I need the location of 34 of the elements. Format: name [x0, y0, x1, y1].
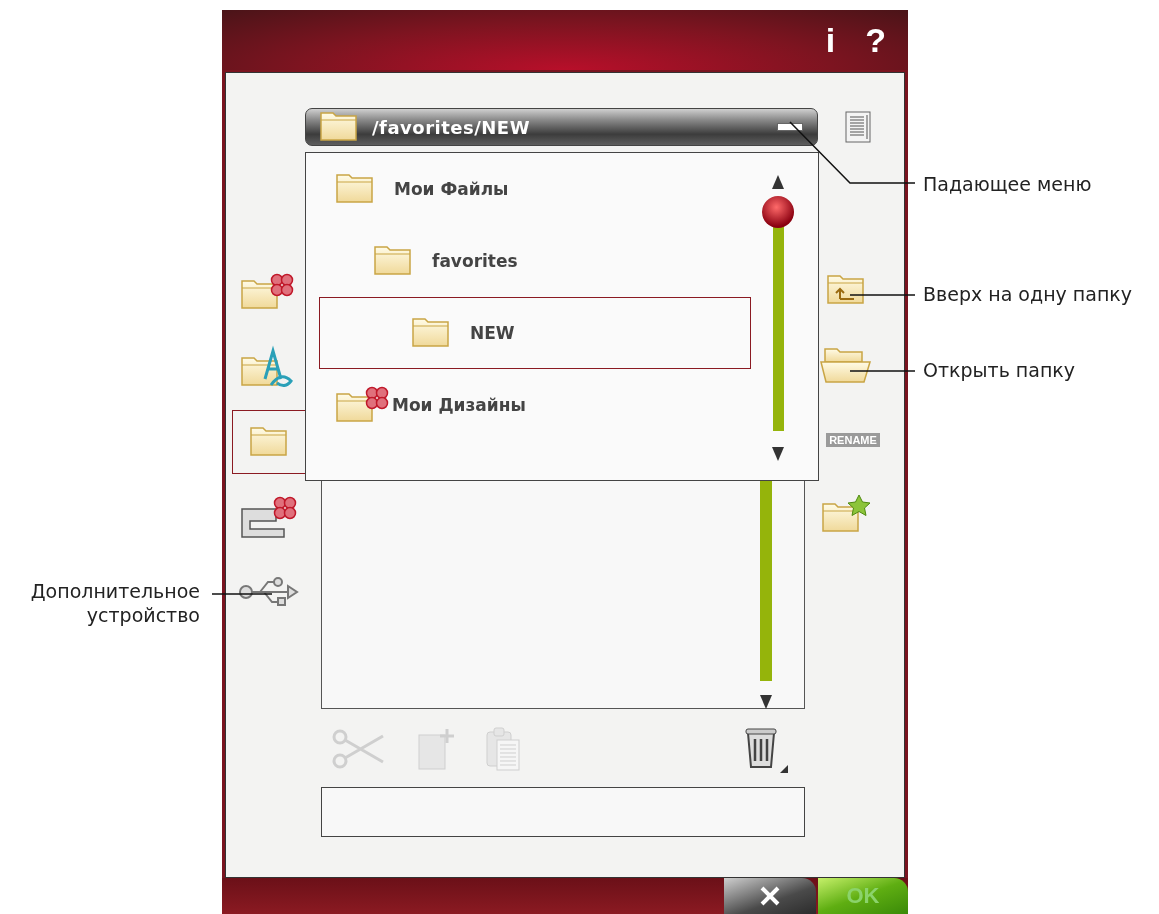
- folder-icon: [374, 244, 412, 278]
- folder-with-up-arrow-icon[interactable]: [826, 273, 866, 307]
- folder-menu-item[interactable]: NEW: [319, 297, 751, 369]
- folder-name: NEW: [470, 323, 515, 343]
- trash-can-icon[interactable]: [743, 725, 789, 773]
- leader-line: [849, 370, 916, 372]
- callout-label: Вверх на одну папку: [923, 283, 1133, 307]
- scroll-down-icon[interactable]: [760, 694, 772, 709]
- cancel-button[interactable]: [724, 878, 816, 914]
- info-button[interactable]: i: [825, 23, 836, 57]
- folder-menu-item[interactable]: Мои Файлы: [319, 153, 751, 225]
- help-button[interactable]: ?: [865, 23, 886, 57]
- path-text: /favorites/NEW: [372, 116, 530, 138]
- folder-menu-item[interactable]: favorites: [319, 225, 751, 297]
- callout-label: Открыть папку: [923, 359, 1076, 383]
- location-button[interactable]: [232, 410, 306, 474]
- folder-icon: [250, 425, 288, 459]
- close-icon: [759, 885, 781, 907]
- scroll-thumb[interactable]: [761, 195, 795, 229]
- folder-icon: [320, 110, 358, 144]
- folder-name: Мои Дизайны: [392, 395, 526, 415]
- leader-line: [211, 593, 273, 595]
- folder-icon: [412, 316, 450, 350]
- callout-label: Падающее меню: [923, 173, 1092, 197]
- folder-icon: [336, 172, 374, 206]
- callout-label: Дополнительное устройство: [29, 580, 200, 628]
- name-field[interactable]: [321, 787, 805, 837]
- collapse-icon: [777, 123, 803, 131]
- open-folder-icon[interactable]: [820, 346, 872, 384]
- folder-name: Мои Файлы: [394, 179, 509, 199]
- folder-menu-item[interactable]: Мои Дизайны: [319, 369, 751, 441]
- folder-name: favorites: [432, 251, 518, 271]
- path-dropdown[interactable]: /favorites/NEW: [305, 108, 818, 146]
- leader-line: [849, 294, 916, 296]
